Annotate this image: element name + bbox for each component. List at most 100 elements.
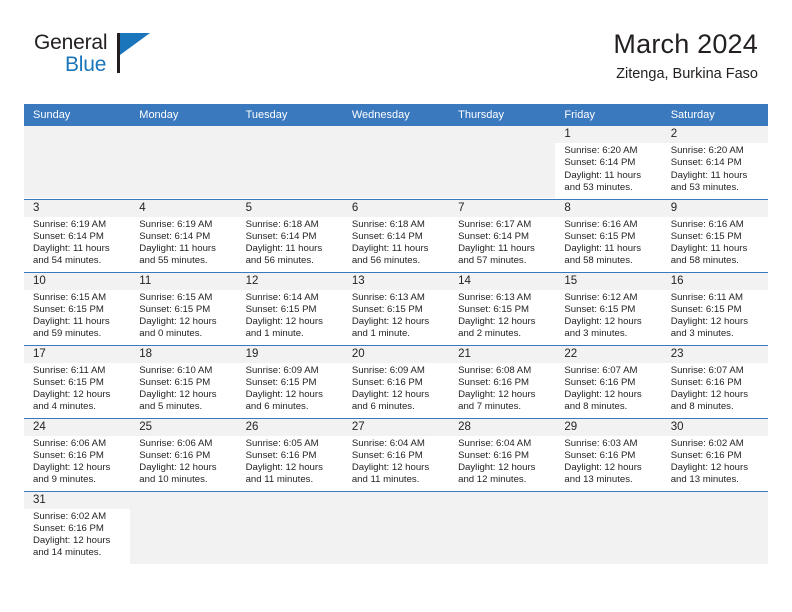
calendar-day-cell[interactable]: 4 Sunrise: 6:19 AM Sunset: 6:14 PM Daylight… [130, 199, 237, 273]
sunrise-text: Sunrise: 6:08 AM [458, 364, 532, 376]
day-number [236, 126, 343, 143]
calendar-day-cell[interactable]: 3 Sunrise: 6:19 AM Sunset: 6:14 PM Daylight… [24, 199, 131, 273]
daylight-text: Daylight: 12 hours and 1 minute. [351, 316, 430, 340]
day-number: 3 [24, 199, 131, 217]
calendar-day-cell[interactable]: 22 Sunrise: 6:07 AM Sunset: 6:16 PM Dayligh… [555, 345, 662, 419]
weekday-header-friday: Friday [555, 104, 662, 126]
day-cell-content: 20 Sunrise: 6:09 AM Sunset: 6:16 PM Dayligh… [342, 345, 450, 418]
day-number [130, 491, 237, 509]
calendar-day-cell[interactable]: 16 Sunrise: 6:11 AM Sunset: 6:15 PM Dayligh… [661, 272, 768, 346]
calendar-day-cell[interactable]: 25 Sunrise: 6:06 AM Sunset: 6:16 PM Dayligh… [130, 418, 237, 492]
day-number [449, 491, 556, 509]
calendar-day-cell[interactable]: 11 Sunrise: 6:15 AM Sunset: 6:15 PM Dayligh… [130, 272, 237, 346]
day-cell-content [130, 126, 237, 198]
calendar-day-cell[interactable]: 24 Sunrise: 6:06 AM Sunset: 6:16 PM Dayligh… [24, 418, 131, 492]
calendar-day-cell[interactable]: 7 Sunrise: 6:17 AM Sunset: 6:14 PM Daylight… [449, 199, 556, 273]
day-number: 27 [342, 418, 450, 436]
day-number: 16 [661, 272, 768, 290]
calendar-day-cell[interactable]: 15 Sunrise: 6:12 AM Sunset: 6:15 PM Dayligh… [555, 272, 662, 346]
daylight-text: Daylight: 12 hours and 7 minutes. [458, 389, 536, 413]
day-cell-content: 17 Sunrise: 6:11 AM Sunset: 6:15 PM Dayligh… [24, 345, 131, 418]
sunset-text: Sunset: 6:16 PM [458, 449, 530, 461]
day-number: 31 [24, 491, 131, 509]
calendar-day-cell[interactable]: 17 Sunrise: 6:11 AM Sunset: 6:15 PM Dayligh… [24, 345, 131, 419]
day-cell-content: 31 Sunrise: 6:02 AM Sunset: 6:16 PM Dayligh… [24, 491, 131, 564]
day-cell-content [661, 491, 768, 564]
calendar-day-cell[interactable]: 9 Sunrise: 6:16 AM Sunset: 6:15 PM Daylight… [661, 199, 768, 273]
calendar-day-cell[interactable]: 23 Sunrise: 6:07 AM Sunset: 6:16 PM Dayligh… [661, 345, 768, 419]
sunrise-text: Sunrise: 6:19 AM [33, 218, 107, 230]
daylight-text: Daylight: 12 hours and 4 minutes. [33, 389, 111, 413]
calendar-day-cell[interactable]: 19 Sunrise: 6:09 AM Sunset: 6:15 PM Dayligh… [236, 345, 343, 419]
day-cell-content: 23 Sunrise: 6:07 AM Sunset: 6:16 PM Dayligh… [661, 345, 768, 418]
daylight-text: Daylight: 12 hours and 8 minutes. [670, 389, 749, 413]
calendar-day-cell[interactable]: 6 Sunrise: 6:18 AM Sunset: 6:14 PM Daylight… [342, 199, 450, 273]
sunrise-text: Sunrise: 6:13 AM [458, 291, 532, 303]
day-number [555, 491, 662, 509]
day-number: 30 [661, 418, 768, 436]
sunset-text: Sunset: 6:14 PM [351, 230, 423, 242]
day-cell-content: 21 Sunrise: 6:08 AM Sunset: 6:16 PM Dayligh… [449, 345, 556, 418]
daylight-text: Daylight: 12 hours and 6 minutes. [245, 389, 323, 413]
daylight-text: Daylight: 11 hours and 54 minutes. [33, 243, 110, 267]
calendar-day-cell[interactable]: 2 Sunrise: 6:20 AM Sunset: 6:14 PM Daylight… [661, 126, 768, 200]
sunset-text: Sunset: 6:16 PM [139, 449, 211, 461]
calendar-day-cell[interactable]: 10 Sunrise: 6:15 AM Sunset: 6:15 PM Dayligh… [24, 272, 131, 346]
day-cell-content [449, 126, 556, 198]
weekday-header-sunday: Sunday [24, 104, 131, 126]
day-cell-content: 22 Sunrise: 6:07 AM Sunset: 6:16 PM Dayligh… [555, 345, 662, 418]
calendar-day-cell[interactable]: 29 Sunrise: 6:03 AM Sunset: 6:16 PM Dayligh… [555, 418, 662, 492]
sunset-text: Sunset: 6:16 PM [670, 449, 742, 461]
calendar-day-cell-empty [661, 491, 768, 564]
sunset-text: Sunset: 6:15 PM [33, 376, 104, 388]
calendar-day-cell[interactable]: 14 Sunrise: 6:13 AM Sunset: 6:15 PM Dayligh… [449, 272, 556, 346]
calendar-day-cell[interactable]: 27 Sunrise: 6:04 AM Sunset: 6:16 PM Dayligh… [342, 418, 450, 492]
calendar-day-cell[interactable]: 31 Sunrise: 6:02 AM Sunset: 6:16 PM Dayligh… [24, 491, 131, 564]
calendar-day-cell[interactable]: 20 Sunrise: 6:09 AM Sunset: 6:16 PM Dayligh… [342, 345, 450, 419]
calendar-day-cell[interactable]: 8 Sunrise: 6:16 AM Sunset: 6:15 PM Daylight… [555, 199, 662, 273]
sunrise-text: Sunrise: 6:18 AM [351, 218, 425, 230]
calendar-day-cell[interactable]: 18 Sunrise: 6:10 AM Sunset: 6:15 PM Dayligh… [130, 345, 237, 419]
calendar-week-row: 24 Sunrise: 6:06 AM Sunset: 6:16 PM Dayligh… [24, 418, 768, 492]
sunrise-text: Sunrise: 6:17 AM [458, 218, 532, 230]
generalblue-logo[interactable]: General Blue [34, 30, 164, 82]
day-number: 26 [236, 418, 343, 436]
sunset-text: Sunset: 6:15 PM [245, 303, 317, 315]
sunrise-text: Sunrise: 6:04 AM [351, 437, 425, 449]
sunrise-text: Sunrise: 6:09 AM [351, 364, 425, 376]
day-number: 21 [449, 345, 556, 363]
sunset-text: Sunset: 6:14 PM [139, 230, 211, 242]
day-cell-content: 29 Sunrise: 6:03 AM Sunset: 6:16 PM Dayligh… [555, 418, 662, 491]
day-sun-info: Sunrise: 6:13 AM Sunset: 6:15 PM Daylight:… [449, 290, 555, 341]
day-sun-info: Sunrise: 6:07 AM Sunset: 6:16 PM Daylight:… [555, 363, 661, 414]
sunrise-text: Sunrise: 6:13 AM [351, 291, 425, 303]
calendar-day-cell[interactable]: 13 Sunrise: 6:13 AM Sunset: 6:15 PM Dayligh… [342, 272, 450, 346]
calendar-day-cell[interactable]: 5 Sunrise: 6:18 AM Sunset: 6:14 PM Daylight… [236, 199, 343, 273]
sunset-text: Sunset: 6:16 PM [670, 376, 742, 388]
sunset-text: Sunset: 6:15 PM [670, 303, 742, 315]
calendar-day-cell[interactable]: 21 Sunrise: 6:08 AM Sunset: 6:16 PM Dayligh… [449, 345, 556, 419]
sunset-text: Sunset: 6:14 PM [245, 230, 317, 242]
day-cell-content: 28 Sunrise: 6:04 AM Sunset: 6:16 PM Dayligh… [449, 418, 556, 491]
day-cell-content: 16 Sunrise: 6:11 AM Sunset: 6:15 PM Dayligh… [661, 272, 768, 345]
day-cell-content: 3 Sunrise: 6:19 AM Sunset: 6:14 PM Daylight… [24, 199, 131, 272]
sunset-text: Sunset: 6:16 PM [351, 376, 423, 388]
calendar-day-cell[interactable]: 1 Sunrise: 6:20 AM Sunset: 6:14 PM Daylight… [555, 126, 662, 200]
sunrise-text: Sunrise: 6:03 AM [564, 437, 638, 449]
calendar-day-cell[interactable]: 26 Sunrise: 6:05 AM Sunset: 6:16 PM Dayligh… [236, 418, 343, 492]
calendar-day-cell[interactable]: 30 Sunrise: 6:02 AM Sunset: 6:16 PM Dayligh… [661, 418, 768, 492]
day-cell-content: 4 Sunrise: 6:19 AM Sunset: 6:14 PM Daylight… [130, 199, 237, 272]
calendar-day-cell-empty [342, 491, 450, 564]
daylight-text: Daylight: 11 hours and 53 minutes. [670, 169, 748, 193]
sunset-text: Sunset: 6:15 PM [245, 376, 317, 388]
day-cell-content [236, 126, 343, 198]
day-cell-content: 19 Sunrise: 6:09 AM Sunset: 6:15 PM Dayligh… [236, 345, 343, 418]
calendar-day-cell[interactable]: 28 Sunrise: 6:04 AM Sunset: 6:16 PM Dayligh… [449, 418, 556, 492]
calendar-head: Sunday Monday Tuesday Wednesday Thursday… [24, 104, 768, 126]
day-number: 9 [661, 199, 768, 217]
daylight-text: Daylight: 12 hours and 13 minutes. [670, 462, 749, 486]
sunset-text: Sunset: 6:14 PM [670, 157, 742, 169]
day-number: 15 [555, 272, 662, 290]
sunset-text: Sunset: 6:14 PM [458, 230, 530, 242]
calendar-day-cell[interactable]: 12 Sunrise: 6:14 AM Sunset: 6:15 PM Dayligh… [236, 272, 343, 346]
